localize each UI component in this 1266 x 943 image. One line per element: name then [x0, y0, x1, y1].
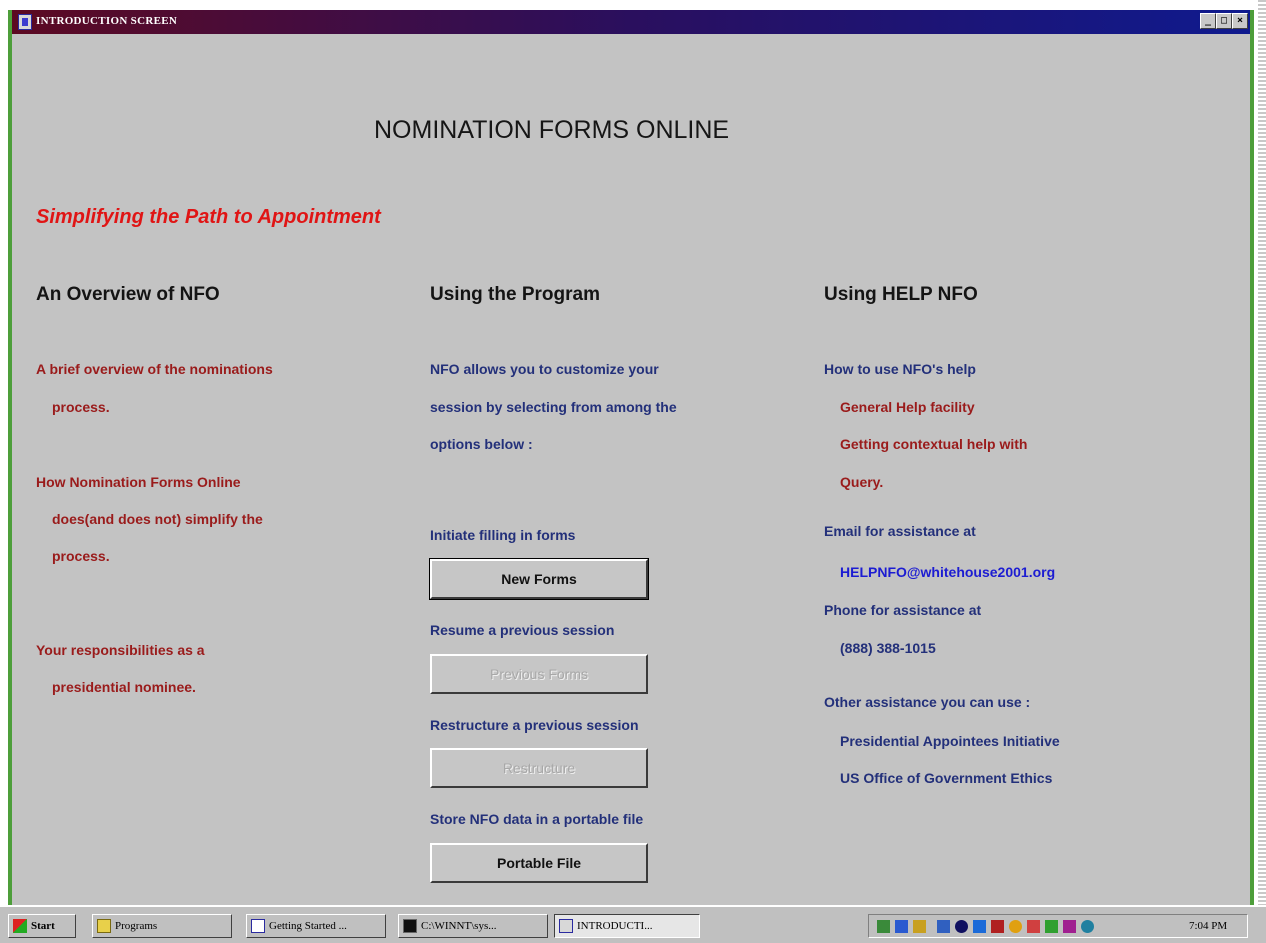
app-window-icon [559, 919, 573, 933]
overview-link-nfo-simplify[interactable]: How Nomination Forms Online [36, 474, 241, 490]
minimize-button[interactable]: _ [1200, 13, 1216, 29]
close-button[interactable]: × [1232, 13, 1248, 29]
document-icon [251, 919, 265, 933]
overview-link-nfo-simplify-cont[interactable]: does(and does not) simplify the [52, 511, 263, 527]
antivirus-icon[interactable] [991, 920, 1004, 933]
overview-link-nominations-process-cont[interactable]: process. [52, 399, 110, 415]
volume-icon[interactable] [913, 920, 926, 933]
help-link-appointees-initiative[interactable]: Presidential Appointees Initiative [840, 733, 1060, 749]
window-title: INTRODUCTION SCREEN [36, 15, 178, 27]
overview-link-responsibilities-cont[interactable]: presidential nominee. [52, 679, 196, 695]
taskbar-item-programs[interactable]: Programs [92, 914, 232, 938]
help-link-contextual[interactable]: Getting contextual help with [840, 436, 1027, 452]
sync-icon[interactable] [1045, 920, 1058, 933]
taskbar: Start Programs Getting Started ... C:\WI… [0, 905, 1266, 943]
previous-forms-label: Resume a previous session [430, 622, 615, 638]
help-phone-label: Phone for assistance at [824, 602, 982, 618]
scheduler-icon[interactable] [1009, 920, 1022, 933]
overview-link-nominations-process[interactable]: A brief overview of the nominations [36, 361, 273, 377]
taskbar-item-introduction[interactable]: INTRODUCTI... [554, 914, 700, 938]
program-intro-line-3: options below : [430, 436, 533, 452]
program-intro-line-1: NFO allows you to customize your [430, 361, 659, 377]
new-forms-button[interactable]: New Forms [429, 558, 649, 600]
help-other-label: Other assistance you can use : [824, 694, 1031, 710]
page-subtitle: Simplifying the Path to Appointment [36, 206, 381, 228]
help-heading: Using HELP NFO [824, 284, 978, 305]
taskbar-item-label: C:\WINNT\sys... [421, 920, 497, 932]
overview-link-responsibilities[interactable]: Your responsibilities as a [36, 642, 205, 658]
intro-screen-content: NOMINATION FORMS ONLINE Simplifying the … [12, 34, 1250, 905]
portable-file-button[interactable]: Portable File [430, 843, 648, 883]
restructure-label: Restructure a previous session [430, 717, 639, 733]
app-icon[interactable] [18, 14, 32, 30]
new-forms-label: Initiate filling in forms [430, 527, 576, 543]
taskbar-item-label: Getting Started ... [269, 920, 347, 932]
taskbar-item-label: INTRODUCTI... [577, 920, 653, 932]
taskbar-item-command-prompt[interactable]: C:\WINNT\sys... [398, 914, 548, 938]
program-intro-line-2: session by selecting from among the [430, 399, 677, 415]
overview-heading: An Overview of NFO [36, 284, 220, 305]
restructure-button[interactable]: Restructure [430, 748, 648, 788]
previous-forms-button[interactable]: Previous Forms [430, 654, 648, 694]
help-email-label: Email for assistance at [824, 523, 976, 539]
system-tray: 7:04 PM [868, 914, 1248, 938]
help-link-contextual-cont[interactable]: Query. [840, 474, 883, 490]
title-bar[interactable]: INTRODUCTION SCREEN _ □ × [12, 10, 1250, 34]
program-heading: Using the Program [430, 284, 600, 305]
console-icon [403, 919, 417, 933]
taskbar-item-getting-started[interactable]: Getting Started ... [246, 914, 386, 938]
power-icon[interactable] [1027, 920, 1040, 933]
taskbar-clock[interactable]: 7:04 PM [1189, 920, 1227, 932]
help-link-general[interactable]: General Help facility [840, 399, 975, 415]
help-phone-number: (888) 388-1015 [840, 640, 936, 656]
folder-icon [97, 919, 111, 933]
globe-icon[interactable] [955, 920, 968, 933]
monitor-icon[interactable] [895, 920, 908, 933]
clock-service-icon[interactable] [1081, 920, 1094, 933]
windows-logo-icon [13, 919, 27, 933]
page-title: NOMINATION FORMS ONLINE [374, 116, 730, 144]
overview-link-nfo-simplify-cont2[interactable]: process. [52, 548, 110, 564]
application-window: INTRODUCTION SCREEN _ □ × NOMINATION FOR… [8, 10, 1254, 905]
printer-icon[interactable] [937, 920, 950, 933]
network-icon[interactable] [877, 920, 890, 933]
help-icon[interactable] [973, 920, 986, 933]
portable-file-label: Store NFO data in a portable file [430, 811, 644, 827]
help-email-link[interactable]: HELPNFO@whitehouse2001.org [840, 564, 1055, 580]
taskbar-item-label: Programs [115, 920, 158, 932]
background-edge [1258, 0, 1266, 905]
maximize-button[interactable]: □ [1216, 13, 1232, 29]
start-button[interactable]: Start [8, 914, 76, 938]
help-link-government-ethics[interactable]: US Office of Government Ethics [840, 770, 1052, 786]
help-how-to-label: How to use NFO's help [824, 361, 976, 377]
start-label: Start [31, 920, 55, 932]
media-icon[interactable] [1063, 920, 1076, 933]
